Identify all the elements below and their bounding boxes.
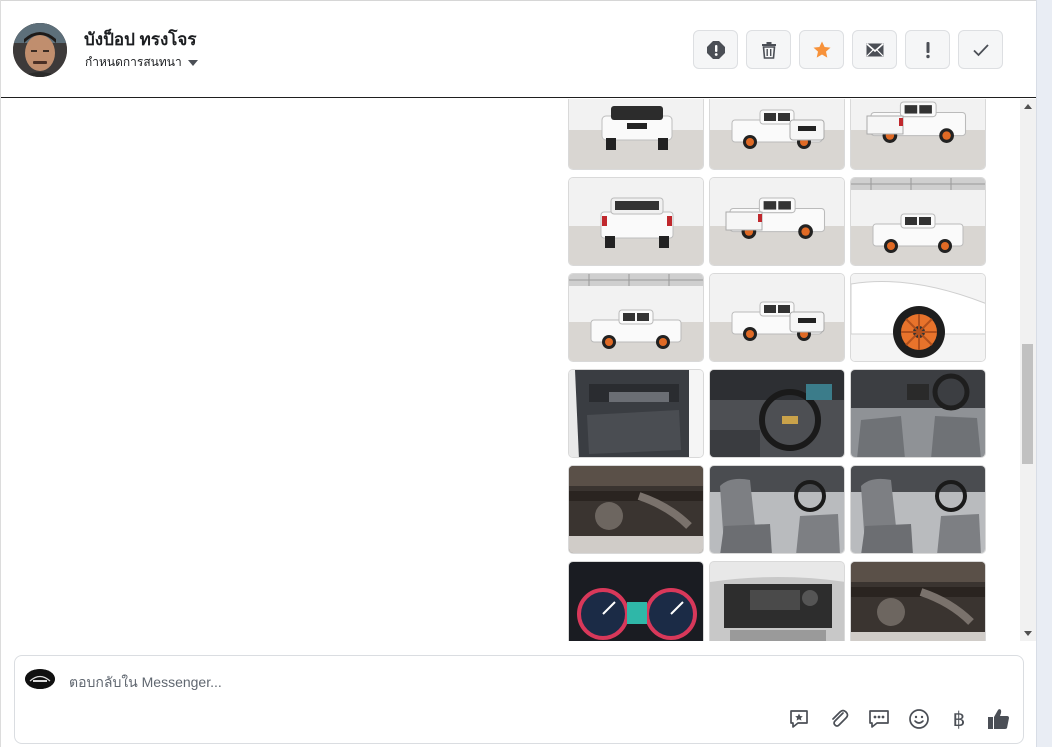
car-photo-image <box>710 466 844 553</box>
photo-thumbnail-underbody-rear[interactable] <box>850 561 986 641</box>
mark-unread-button[interactable] <box>852 30 897 69</box>
photo-thumbnail-side-view-left[interactable] <box>568 273 704 362</box>
car-photo-image <box>851 370 985 457</box>
baht-icon: ฿ <box>952 707 966 731</box>
conversation-settings-label: กำหนดการสนทนา <box>85 55 182 69</box>
photo-thumbnail-side-view-far[interactable] <box>850 177 986 266</box>
avatar-image <box>13 23 67 77</box>
car-photo-image <box>851 99 985 169</box>
star-button[interactable] <box>799 30 844 69</box>
photo-thumbnail-front-angle-right[interactable] <box>709 273 845 362</box>
scrollbar-thumb[interactable] <box>1022 344 1033 464</box>
chat-dots-icon <box>869 710 889 728</box>
star-bubble-icon <box>790 710 808 728</box>
photo-thumbnail-rear-cabin[interactable] <box>850 369 986 458</box>
car-photo-image <box>710 274 844 361</box>
photo-thumbnail-dashboard-steering[interactable] <box>709 369 845 458</box>
photo-thumbnail-undercarriage[interactable] <box>568 465 704 554</box>
saved-reply-button[interactable] <box>787 707 811 731</box>
photo-thumbnail-rear-seats[interactable] <box>850 465 986 554</box>
thread-scrollbar[interactable] <box>1020 99 1036 641</box>
star-icon <box>813 41 830 58</box>
car-photo-image <box>851 178 985 265</box>
car-photo-image <box>851 562 985 641</box>
photo-thumbnail-rear-angle-left[interactable] <box>709 177 845 266</box>
check-icon <box>972 43 989 56</box>
scroll-up-arrow-icon[interactable] <box>1024 104 1032 109</box>
photo-thumbnail-instrument-cluster[interactable] <box>568 561 704 641</box>
car-photo-image <box>569 370 703 457</box>
car-photo-image <box>851 466 985 553</box>
composer-tools: ฿ <box>787 707 1011 731</box>
alert-circle-icon <box>706 40 725 59</box>
window-edge <box>1036 0 1052 747</box>
photo-thumbnail-front-angle-left[interactable] <box>709 99 845 170</box>
photo-thumbnail-front-view[interactable] <box>568 99 704 170</box>
report-spam-button[interactable] <box>693 30 738 69</box>
reply-input[interactable] <box>67 670 771 694</box>
quick-reply-button[interactable] <box>867 707 891 731</box>
mark-important-button[interactable] <box>905 30 950 69</box>
car-photo-image <box>710 562 844 641</box>
car-photo-image <box>710 99 844 169</box>
attach-button[interactable] <box>827 707 851 731</box>
car-photo-image <box>851 274 985 361</box>
reply-composer: ฿ <box>14 655 1024 744</box>
car-photo-image <box>710 370 844 457</box>
smiley-icon <box>909 709 929 729</box>
trash-icon <box>761 41 776 59</box>
photo-thumbnail-front-seats[interactable] <box>709 465 845 554</box>
scroll-down-arrow-icon[interactable] <box>1024 631 1032 636</box>
conversation-actions <box>693 30 1003 69</box>
photo-thumbnail-rear-angle[interactable] <box>850 99 986 170</box>
photo-thumbnail-rear-view[interactable] <box>568 177 704 266</box>
like-button[interactable] <box>987 707 1011 731</box>
car-photo-image <box>569 178 703 265</box>
envelope-icon <box>865 42 884 56</box>
messenger-conversation: บังป็อป ทรงโจร กำหนดการสนทนา ตอบกลับใน M… <box>0 0 1036 747</box>
emoji-button[interactable] <box>907 707 931 731</box>
car-photo-image <box>710 178 844 265</box>
page-logo-avatar <box>25 669 55 689</box>
car-photo-image <box>569 274 703 361</box>
photo-thumbnail-wheel-closeup[interactable] <box>850 273 986 362</box>
conversation-header: บังป็อป ทรงโจร กำหนดการสนทนา <box>1 0 1036 98</box>
photo-thumbnail-engine-bay[interactable] <box>709 561 845 641</box>
payment-button[interactable]: ฿ <box>947 707 971 731</box>
message-thread[interactable] <box>1 99 1020 641</box>
contact-name[interactable]: บังป็อป ทรงโจร <box>84 26 196 53</box>
paperclip-icon <box>832 709 849 727</box>
car-photo-image <box>569 466 703 553</box>
photo-thumbnail-door-panel[interactable] <box>568 369 704 458</box>
contact-avatar[interactable] <box>13 23 67 77</box>
page-logo-image <box>25 669 55 689</box>
car-photo-image <box>569 562 703 641</box>
caret-down-icon <box>187 60 198 66</box>
car-photo-image <box>569 99 703 169</box>
delete-button[interactable] <box>746 30 791 69</box>
exclamation-icon <box>925 41 930 58</box>
thumbs-up-icon <box>988 709 1009 729</box>
conversation-settings-dropdown[interactable]: กำหนดการสนทนา <box>85 53 198 72</box>
mark-done-button[interactable] <box>958 30 1003 69</box>
